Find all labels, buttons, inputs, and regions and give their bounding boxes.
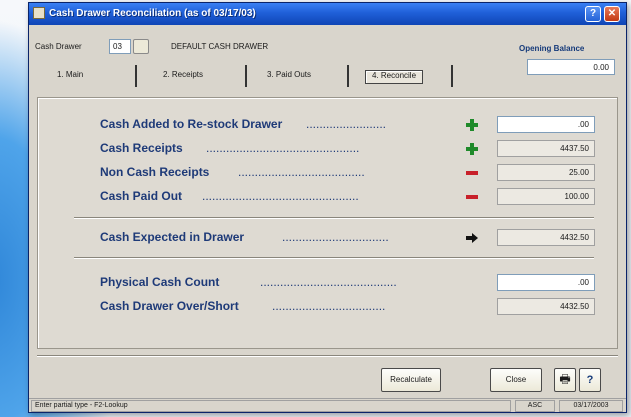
status-mode: ASC xyxy=(515,400,555,412)
physical-count-label: Physical Cash Count xyxy=(100,275,220,289)
tab-divider xyxy=(451,65,453,87)
lookup-button[interactable] xyxy=(133,39,149,54)
leader-dots: ........................................… xyxy=(202,189,359,203)
status-date: 03/17/2003 xyxy=(559,400,623,412)
leader-dots: ...................................... xyxy=(238,165,365,179)
over-short-field: 4432.50 xyxy=(497,298,595,315)
plus-icon xyxy=(465,142,479,156)
opening-balance-field: 0.00 xyxy=(527,59,615,75)
leader-dots: .................................. xyxy=(272,299,386,313)
cash-paid-out-field: 100.00 xyxy=(497,188,595,205)
cash-receipts-label: Cash Receipts xyxy=(100,141,183,155)
app-icon xyxy=(33,7,45,19)
leader-dots: ........................ xyxy=(306,117,387,131)
close-icon[interactable]: ✕ xyxy=(604,6,620,22)
cash-drawer-input[interactable]: 03 xyxy=(109,39,131,54)
divider xyxy=(37,355,618,357)
over-short-label: Cash Drawer Over/Short xyxy=(100,299,239,313)
tab-paid-outs[interactable]: 3. Paid Outs xyxy=(267,70,311,84)
help-button[interactable]: ? xyxy=(579,368,601,392)
recalculate-button[interactable]: Recalculate xyxy=(381,368,441,392)
window-title: Cash Drawer Reconciliation (as of 03/17/… xyxy=(49,8,256,19)
print-icon[interactable]: 🖶 xyxy=(554,368,576,392)
minus-icon xyxy=(465,166,479,180)
reconcile-panel: Cash Added to Re-stock Drawer ..........… xyxy=(37,97,618,349)
opening-balance-label: Opening Balance xyxy=(519,44,585,53)
cash-paid-out-label: Cash Paid Out xyxy=(100,189,183,203)
non-cash-receipts-field: 25.00 xyxy=(497,164,595,181)
divider xyxy=(74,217,594,219)
cash-expected-label: Cash Expected in Drawer xyxy=(100,230,245,244)
title-bar[interactable]: Cash Drawer Reconciliation (as of 03/17/… xyxy=(29,3,626,25)
non-cash-receipts-label: Non Cash Receipts xyxy=(100,165,210,179)
tab-receipts[interactable]: 2. Receipts xyxy=(163,70,203,84)
help-title-button[interactable]: ? xyxy=(585,6,601,22)
status-hint: Enter partial type - F2-Lookup xyxy=(31,400,511,412)
leader-dots: ........................................… xyxy=(260,275,397,289)
tab-reconcile[interactable]: 4. Reconcile xyxy=(365,70,424,84)
divider xyxy=(74,257,594,259)
leader-dots: ........................................… xyxy=(206,141,360,155)
physical-count-input[interactable]: .00 xyxy=(497,274,595,291)
tab-divider xyxy=(245,65,247,87)
tab-main[interactable]: 1. Main xyxy=(57,70,83,84)
arrow-right-icon xyxy=(465,231,479,245)
minus-icon xyxy=(465,190,479,204)
close-button[interactable]: Close xyxy=(490,368,542,392)
tab-bar: 1. Main 2. Receipts 3. Paid Outs 4. Reco… xyxy=(35,65,495,89)
tab-divider xyxy=(347,65,349,87)
cash-drawer-label: Cash Drawer xyxy=(35,42,82,51)
status-bar: Enter partial type - F2-Lookup ASC 03/17… xyxy=(29,398,626,412)
cash-expected-field: 4432.50 xyxy=(497,229,595,246)
leader-dots: ................................ xyxy=(282,230,389,244)
reconciliation-window: Cash Drawer Reconciliation (as of 03/17/… xyxy=(28,2,627,413)
tab-divider xyxy=(135,65,137,87)
drawer-name: DEFAULT CASH DRAWER xyxy=(171,42,269,51)
plus-icon xyxy=(465,118,479,132)
cash-receipts-field: 4437.50 xyxy=(497,140,595,157)
cash-added-input[interactable]: .00 xyxy=(497,116,595,133)
cash-added-label: Cash Added to Re-stock Drawer xyxy=(100,117,283,131)
